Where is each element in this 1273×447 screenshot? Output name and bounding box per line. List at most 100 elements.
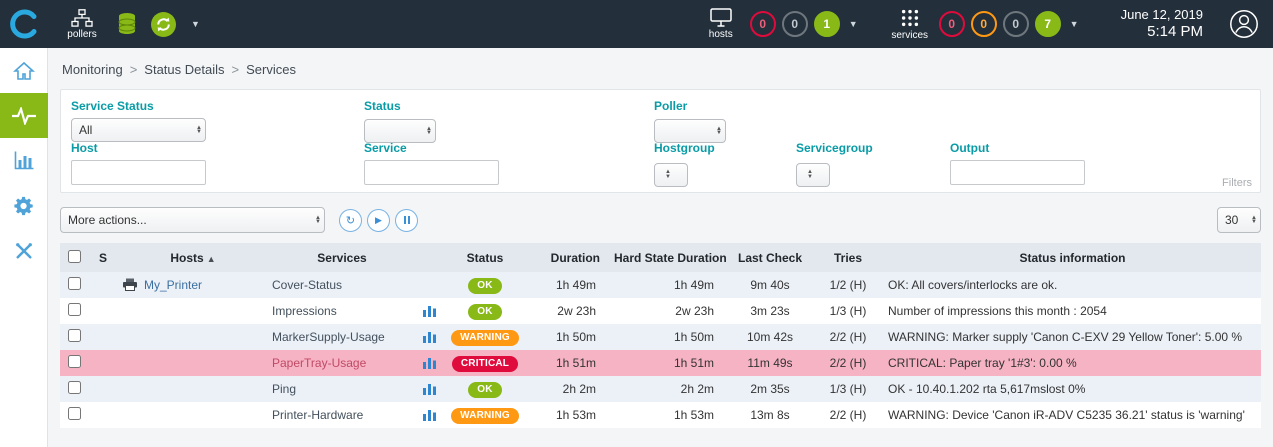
bar-chart-icon: [14, 151, 34, 170]
breadcrumb-item[interactable]: Status Details: [144, 62, 224, 77]
chevron-down-icon[interactable]: ▼: [189, 19, 202, 29]
refresh-button[interactable]: ↻: [339, 209, 362, 232]
host-input[interactable]: [71, 160, 206, 185]
servicegroup-select[interactable]: ▲▼: [796, 163, 830, 187]
services-critical-counter[interactable]: 0: [939, 11, 965, 37]
col-header-s[interactable]: S: [88, 243, 118, 272]
output-input[interactable]: [950, 160, 1085, 185]
host-link[interactable]: My_Printer: [144, 278, 202, 292]
service-link[interactable]: Ping: [272, 382, 296, 396]
col-header-hosts[interactable]: Hosts▲: [118, 243, 268, 272]
breadcrumb-item[interactable]: Monitoring: [62, 62, 123, 77]
row-checkbox[interactable]: [68, 381, 81, 394]
duration-cell: 1h 50m: [528, 324, 610, 350]
tries-cell: 2/2 (H): [812, 402, 884, 428]
last-check-cell: 11m 49s: [728, 350, 812, 376]
services-unknown-counter[interactable]: 0: [1003, 11, 1029, 37]
table-row: My_PrinterCover-StatusOK1h 49m1h 49m9m 4…: [60, 272, 1261, 298]
status-information-cell: WARNING: Device 'Canon iR-ADV C5235 36.2…: [884, 402, 1261, 428]
col-header-hard-state-duration[interactable]: Hard State Duration: [610, 243, 728, 272]
col-header-duration[interactable]: Duration: [528, 243, 610, 272]
status-cell: WARNING: [442, 402, 528, 428]
severity-cell: [88, 272, 118, 298]
poller-label: Poller: [654, 99, 726, 113]
services-table-body: My_PrinterCover-StatusOK1h 49m1h 49m9m 4…: [60, 272, 1261, 428]
sidebar-item-reporting[interactable]: [0, 138, 48, 183]
page-size-select[interactable]: 30 ▲▼: [1217, 207, 1261, 233]
status-information-cell: CRITICAL: Paper tray '1#3': 0.00 %: [884, 350, 1261, 376]
service-input[interactable]: [364, 160, 499, 185]
hosts-unreachable-counter[interactable]: 0: [782, 11, 808, 37]
select-all-checkbox[interactable]: [68, 250, 81, 263]
poller-select[interactable]: ▲▼: [654, 119, 726, 143]
status-select[interactable]: ▲▼: [364, 119, 436, 143]
hard-state-duration-cell: 2w 23h: [610, 298, 728, 324]
chevron-down-icon[interactable]: ▼: [1068, 19, 1081, 29]
row-checkbox[interactable]: [68, 407, 81, 420]
host-cell: [118, 298, 268, 324]
service-link[interactable]: PaperTray-Usage: [272, 356, 366, 370]
hostgroup-select[interactable]: ▲▼: [654, 163, 688, 187]
chevron-down-icon[interactable]: ▼: [847, 19, 860, 29]
tries-cell: 1/3 (H): [812, 298, 884, 324]
hosts-down-counter[interactable]: 0: [750, 11, 776, 37]
platform-status-icon[interactable]: [150, 11, 177, 38]
hosts-status-group: hosts 001 ▼: [699, 8, 860, 40]
graph-icon[interactable]: [423, 356, 436, 369]
col-header-tries[interactable]: Tries: [812, 243, 884, 272]
duration-cell: 1h 53m: [528, 402, 610, 428]
sidebar-item-home[interactable]: [0, 48, 48, 93]
tries-cell: 1/2 (H): [812, 272, 884, 298]
col-header-status[interactable]: Status: [442, 243, 528, 272]
host-cell: [118, 376, 268, 402]
centreon-logo[interactable]: [0, 0, 48, 48]
tools-icon: [14, 241, 34, 261]
sidebar-item-configuration[interactable]: [0, 183, 48, 228]
col-header-last-check[interactable]: Last Check: [728, 243, 812, 272]
col-header-status-information[interactable]: Status information: [884, 243, 1261, 272]
services-ok-counter[interactable]: 7: [1035, 11, 1061, 37]
service-status-select[interactable]: All ▲▼: [71, 118, 206, 142]
service-link[interactable]: MarkerSupply-Usage: [272, 330, 385, 344]
host-cell: [118, 402, 268, 428]
printer-icon: [122, 278, 138, 291]
hard-state-duration-cell: 1h 53m: [610, 402, 728, 428]
last-check-cell: 3m 23s: [728, 298, 812, 324]
severity-cell: [88, 376, 118, 402]
row-checkbox[interactable]: [68, 303, 81, 316]
services-menu[interactable]: services: [888, 8, 932, 41]
filters-note: Filters: [1222, 177, 1252, 189]
pause-button[interactable]: [395, 209, 418, 232]
hosts-label: hosts: [709, 29, 733, 40]
hosts-up-counter[interactable]: 1: [814, 11, 840, 37]
breadcrumb-item[interactable]: Services: [246, 62, 296, 77]
graph-icon[interactable]: [423, 330, 436, 343]
graph-icon[interactable]: [423, 382, 436, 395]
graph-icon[interactable]: [423, 408, 436, 421]
sidebar-item-monitoring[interactable]: [0, 93, 48, 138]
person-icon: [1229, 9, 1259, 39]
pollers-menu[interactable]: pollers: [60, 9, 104, 40]
more-actions-select[interactable]: More actions... ▲▼: [60, 207, 325, 233]
hosts-menu[interactable]: hosts: [699, 8, 743, 40]
play-button[interactable]: ▶: [367, 209, 390, 232]
last-check-cell: 2m 35s: [728, 376, 812, 402]
services-warning-counter[interactable]: 0: [971, 11, 997, 37]
service-link[interactable]: Printer-Hardware: [272, 408, 363, 422]
row-checkbox[interactable]: [68, 355, 81, 368]
hard-state-duration-cell: 1h 49m: [610, 272, 728, 298]
select-arrows-icon: ▲▼: [426, 127, 432, 136]
pollers-icon: [71, 9, 93, 27]
row-checkbox[interactable]: [68, 329, 81, 342]
status-label: Status: [364, 99, 436, 113]
col-header-services[interactable]: Services: [268, 243, 416, 272]
row-checkbox[interactable]: [68, 277, 81, 290]
graph-icon[interactable]: [423, 304, 436, 317]
services-icon: [900, 8, 920, 28]
sidebar-item-administration[interactable]: [0, 228, 48, 273]
service-cell: Printer-Hardware: [268, 402, 416, 428]
database-status-icon[interactable]: [116, 12, 138, 36]
service-link[interactable]: Cover-Status: [272, 278, 342, 292]
user-profile-icon[interactable]: [1229, 9, 1259, 39]
service-link[interactable]: Impressions: [272, 304, 337, 318]
